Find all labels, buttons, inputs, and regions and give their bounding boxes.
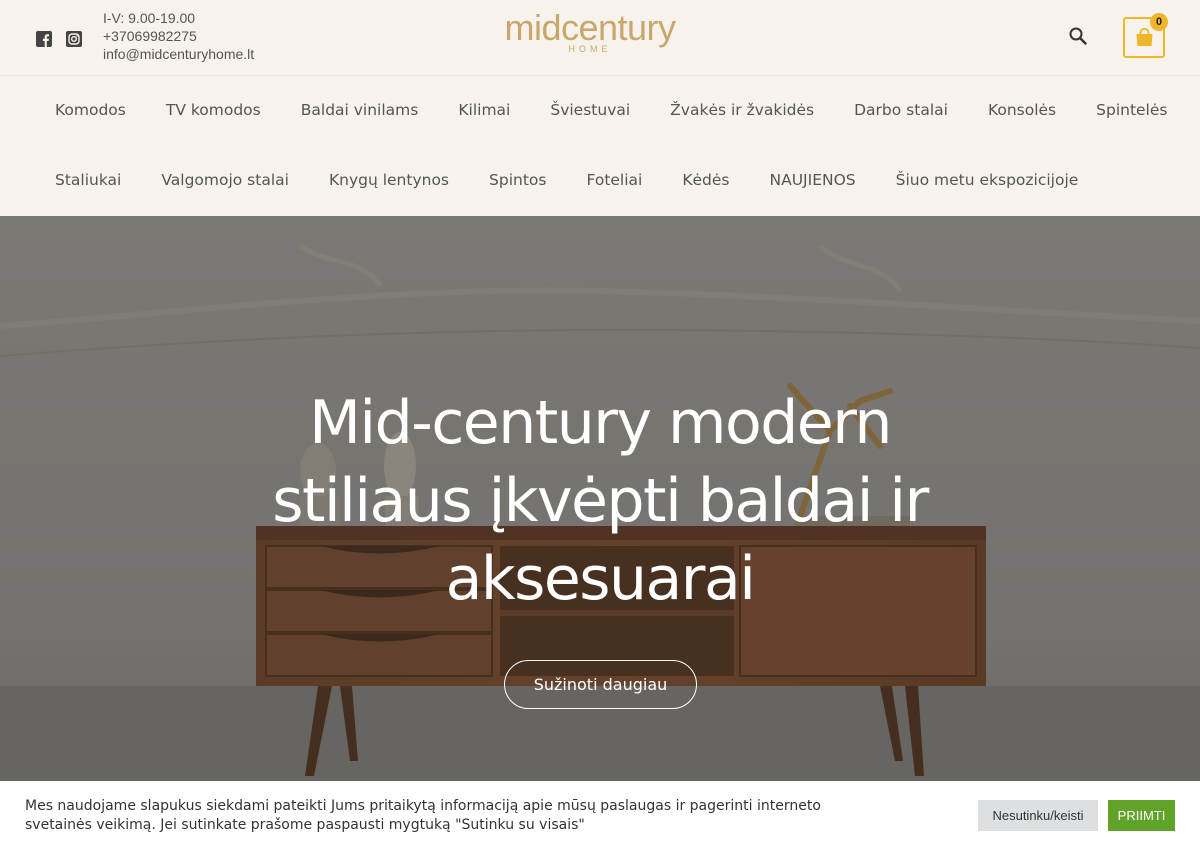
nav-item-spintos[interactable]: Spintos	[469, 168, 566, 192]
nav-item-foteliai[interactable]: Foteliai	[566, 168, 662, 192]
nav-item-sviestuvai[interactable]: Šviestuvai	[530, 98, 650, 122]
hero-title-line-2: stiliaus įkvėpti baldai ir	[272, 466, 929, 536]
cookie-message: Mes naudojame slapukus siekdami pateikti…	[25, 797, 825, 835]
contact-info: I-V: 9.00-19.00 +37069982275 info@midcen…	[103, 9, 254, 63]
facebook-icon[interactable]	[36, 31, 52, 47]
nav-item-baldai-vinilams[interactable]: Baldai vinilams	[281, 98, 439, 122]
cookie-decline-button[interactable]: Nesutinku/keisti	[978, 800, 1098, 831]
hero-title: Mid-century modern stiliaus įkvėpti bald…	[200, 384, 1000, 618]
cookie-message-line-2: svetainės veikimą. Jei sutinkate prašome…	[25, 817, 585, 833]
nav-item-darbo-stalai[interactable]: Darbo stalai	[834, 98, 968, 122]
nav-item-knygu-lentynos[interactable]: Knygų lentynos	[309, 168, 469, 192]
nav-item-konsoles[interactable]: Konsolės	[968, 98, 1076, 122]
search-icon[interactable]	[1068, 26, 1088, 46]
logo-wordmark: midcentury	[504, 7, 676, 48]
nav-item-kedes[interactable]: Kėdės	[662, 168, 749, 192]
opening-hours: I-V: 9.00-19.00	[103, 10, 196, 26]
nav-item-spinteles[interactable]: Spintelės	[1076, 98, 1187, 122]
cookie-accept-button[interactable]: PRIIMTI	[1108, 800, 1175, 831]
hero-title-line-1: Mid-century modern	[309, 388, 892, 458]
hero-title-line-3: aksesuarai	[445, 544, 756, 614]
instagram-icon[interactable]	[66, 31, 82, 47]
nav-item-valgomojo-stalai[interactable]: Valgomojo stalai	[141, 168, 309, 192]
nav-item-ekspozicija[interactable]: Šiuo metu ekspozicijoje	[876, 168, 1099, 192]
nav-item-naujienos[interactable]: NAUJIENOS	[750, 168, 876, 192]
shopping-bag-icon	[1136, 27, 1153, 46]
main-navigation: Komodos TV komodos Baldai vinilams Kilim…	[0, 76, 1200, 216]
cart-count-badge: 0	[1150, 13, 1168, 31]
email-link[interactable]: info@midcenturyhome.lt	[103, 45, 254, 63]
nav-item-tv-komodos[interactable]: TV komodos	[146, 98, 281, 122]
cart-button[interactable]: 0	[1123, 13, 1168, 58]
phone-link[interactable]: +37069982275	[103, 27, 254, 45]
site-logo[interactable]: midcentury HOME	[490, 10, 690, 60]
learn-more-button[interactable]: Sužinoti daugiau	[504, 660, 697, 709]
social-links	[36, 31, 82, 47]
nav-item-komodos[interactable]: Komodos	[35, 98, 146, 122]
cookie-message-line-1: Mes naudojame slapukus siekdami pateikti…	[25, 798, 821, 814]
nav-item-staliukai[interactable]: Staliukai	[35, 168, 141, 192]
nav-item-kilimai[interactable]: Kilimai	[438, 98, 530, 122]
cookie-consent-bar: Mes naudojame slapukus siekdami pateikti…	[0, 781, 1200, 850]
nav-item-zvakes[interactable]: Žvakės ir žvakidės	[650, 98, 834, 122]
hero-banner: Mid-century modern stiliaus įkvėpti bald…	[0, 216, 1200, 781]
nav-row-2: Staliukai Valgomojo stalai Knygų lentyno…	[35, 168, 1098, 192]
top-header: I-V: 9.00-19.00 +37069982275 info@midcen…	[0, 0, 1200, 76]
nav-row-1: Komodos TV komodos Baldai vinilams Kilim…	[35, 98, 1187, 122]
